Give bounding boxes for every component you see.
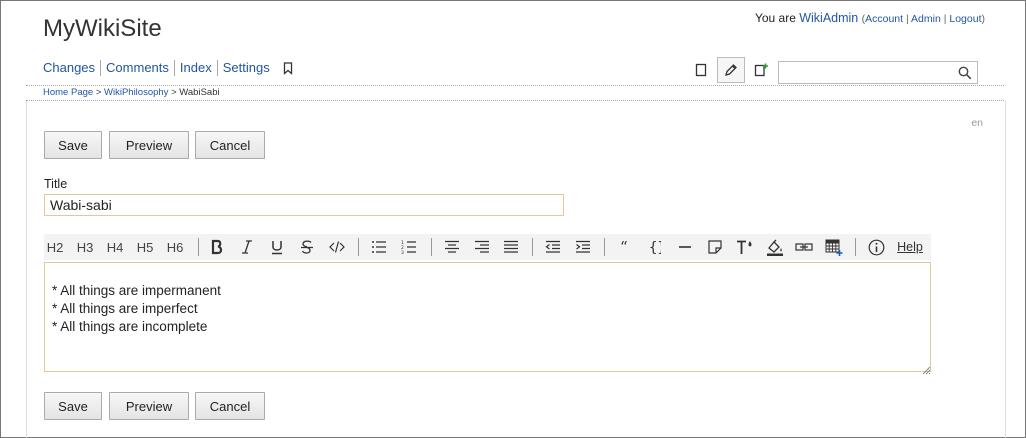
search-icon[interactable] [958,66,972,85]
edit-pencil-icon[interactable] [717,57,745,83]
svg-text:{}: {} [649,240,661,255]
nav-comments[interactable]: Comments [100,60,174,76]
preview-button-top[interactable]: Preview [109,131,189,159]
logout-link[interactable]: Logout [949,13,981,25]
horizontal-rule-icon[interactable] [674,234,696,260]
language-indicator: en [971,117,983,129]
nav-index[interactable]: Index [173,60,217,76]
divider [26,85,1004,86]
user-prefix: You are [754,11,796,25]
toolbar-separator [532,238,533,256]
title-label: Title [44,177,68,191]
toolbar-separator [431,238,432,256]
breadcrumb: Home Page > WikiPhilosophy > WabiSabi [43,87,220,98]
toolbar-separator [604,238,605,256]
numbered-list-icon[interactable]: 123 [397,234,421,260]
justify-icon[interactable] [499,234,523,260]
save-button-top[interactable]: Save [44,131,102,159]
breadcrumb-current: WabiSabi [179,87,220,98]
strikethrough-icon[interactable] [296,234,318,260]
help-link[interactable]: Help [895,234,925,260]
breadcrumb-wikiphilosophy[interactable]: WikiPhilosophy [104,87,168,98]
outdent-icon[interactable] [541,234,565,260]
title-input[interactable] [44,194,564,216]
text-size-icon[interactable] [734,234,756,260]
code-block-icon[interactable]: {} [644,234,666,260]
highlight-color-icon[interactable] [764,234,786,260]
table-icon[interactable] [823,234,845,260]
page-tools [687,57,775,83]
heading6-button[interactable]: H6 [164,234,186,260]
toolbar-separator [358,238,359,256]
new-page-icon[interactable] [747,57,775,83]
user-box: You are WikiAdmin (Account | Admin | Log… [754,11,985,25]
code-icon[interactable] [326,234,348,260]
main-nav: Changes Comments Index Settings [43,60,293,76]
username-link[interactable]: WikiAdmin [799,11,858,25]
search-input[interactable] [779,62,954,83]
bulleted-list-icon[interactable] [367,234,391,260]
account-link[interactable]: Account [865,13,903,25]
align-center-icon[interactable] [440,234,464,260]
indent-icon[interactable] [571,234,595,260]
align-right-icon[interactable] [470,234,494,260]
content-editor[interactable]: * All things are impermanent * All thing… [44,262,931,372]
bold-icon[interactable] [206,234,228,260]
note-icon[interactable] [704,234,726,260]
save-button-bottom[interactable]: Save [44,392,102,420]
admin-link[interactable]: Admin [911,13,941,25]
toolbar-separator [855,238,856,256]
site-title[interactable]: MyWikiSite [43,15,162,43]
toolbar-separator [198,238,199,256]
heading4-button[interactable]: H4 [104,234,126,260]
info-icon[interactable] [865,234,887,260]
nav-changes[interactable]: Changes [43,60,100,76]
resize-grip-icon[interactable] [921,362,931,380]
heading2-button[interactable]: H2 [44,234,66,260]
breadcrumb-home[interactable]: Home Page [43,87,93,98]
view-page-icon[interactable] [687,57,715,83]
link-icon[interactable] [793,234,815,260]
svg-text:3: 3 [401,250,404,254]
blockquote-icon[interactable]: “ [614,234,636,260]
editor-toolbar: H2 H3 H4 H5 H6 123 “ {} [44,234,931,260]
search-box [778,61,978,84]
preview-button-bottom[interactable]: Preview [109,392,189,420]
svg-text:“: “ [620,240,628,254]
nav-settings[interactable]: Settings [216,60,275,76]
underline-icon[interactable] [266,234,288,260]
heading3-button[interactable]: H3 [74,234,96,260]
bookmark-icon[interactable] [283,61,293,75]
heading5-button[interactable]: H5 [134,234,156,260]
italic-icon[interactable] [236,234,258,260]
cancel-button-bottom[interactable]: Cancel [195,392,265,420]
cancel-button-top[interactable]: Cancel [195,131,265,159]
